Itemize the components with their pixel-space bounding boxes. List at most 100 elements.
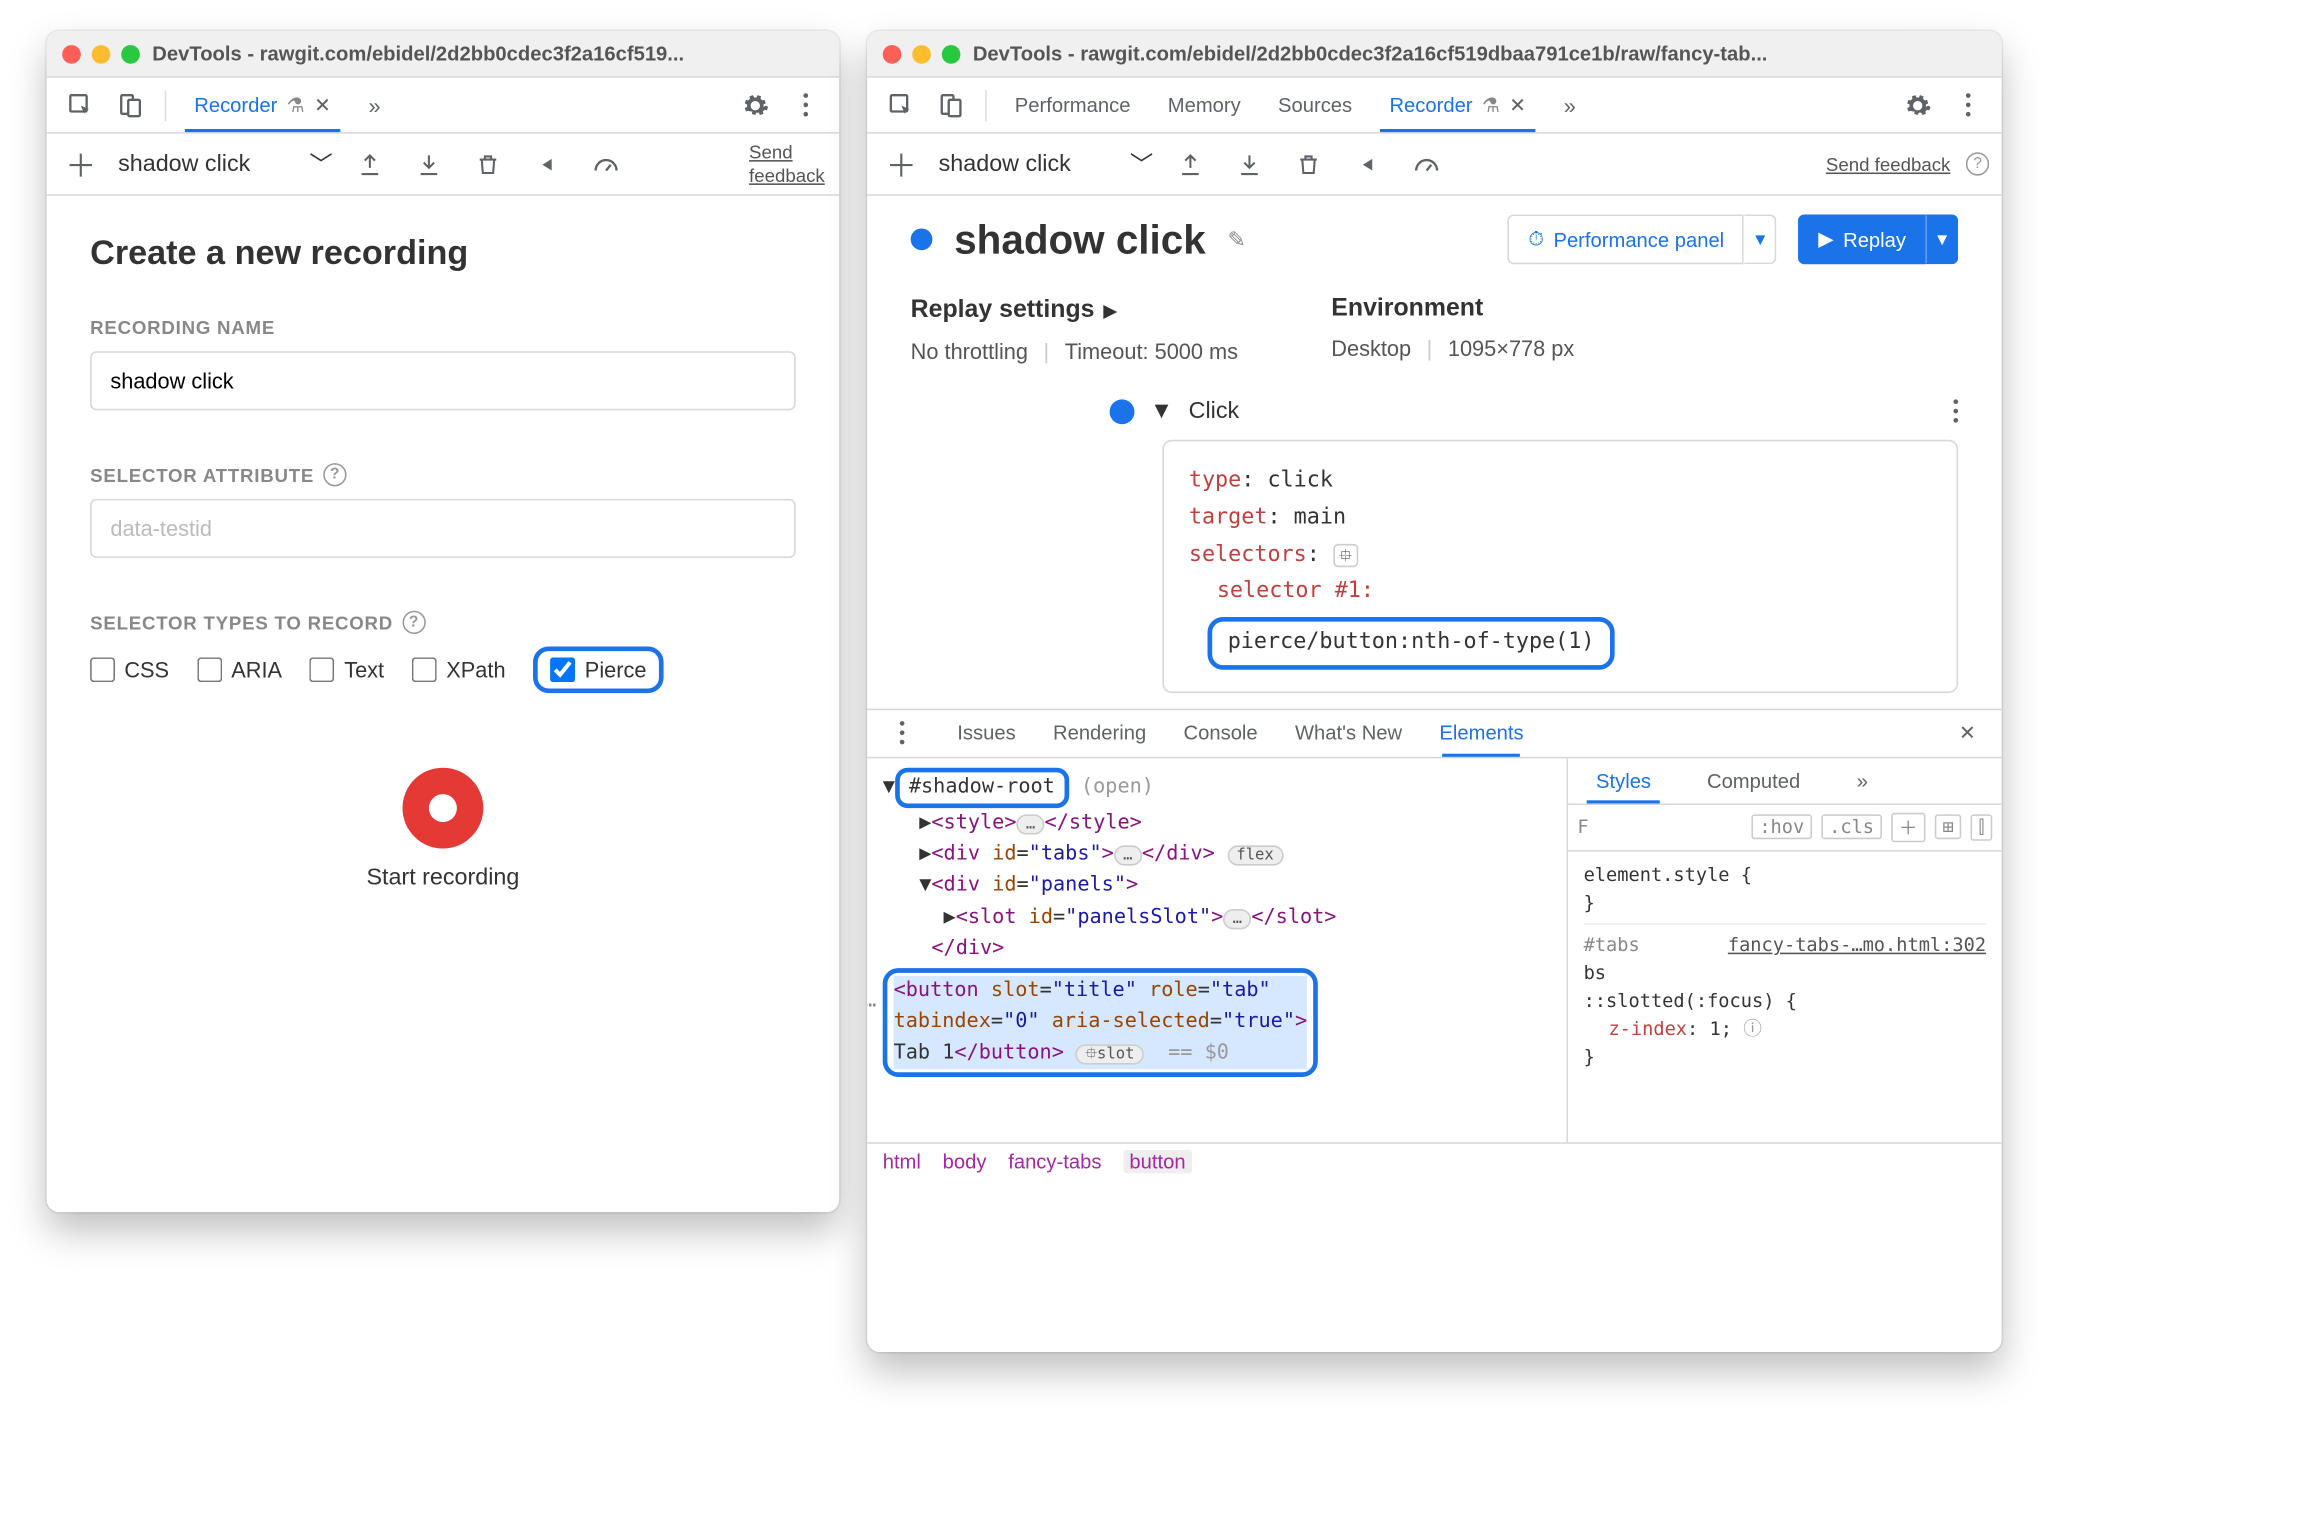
tab-computed[interactable]: Computed <box>1691 758 1815 803</box>
kebab-icon[interactable] <box>1953 399 1958 422</box>
window-titlebar: DevTools - rawgit.com/ebidel/2d2bb0cdec3… <box>47 31 840 78</box>
performance-panel-dropdown[interactable]: ▾ <box>1744 214 1776 264</box>
devtools-tabbar: Recorder ⚗ ✕ » <box>47 78 840 134</box>
inspect-selector-icon[interactable]: ⯐ <box>1333 543 1358 566</box>
step-header[interactable]: ▼ Click <box>911 398 1958 424</box>
window-titlebar: DevTools - rawgit.com/ebidel/2d2bb0cdec3… <box>867 31 2001 78</box>
export-icon[interactable] <box>1169 142 1213 186</box>
flask-icon: ⚗ <box>287 92 305 117</box>
cls-toggle[interactable]: .cls <box>1821 815 1881 840</box>
device-icon[interactable] <box>109 83 153 127</box>
chevron-right-icon: ▸ <box>1104 295 1116 326</box>
env-size: 1095×778 px <box>1448 336 1574 361</box>
tab-sources[interactable]: Sources <box>1262 78 1367 132</box>
layout-icon[interactable]: ⫿ <box>1971 814 1993 840</box>
inspect-icon[interactable] <box>880 83 924 127</box>
help-icon[interactable]: ? <box>323 463 346 486</box>
checkbox-aria[interactable]: ARIA <box>197 657 282 682</box>
hov-toggle[interactable]: :hov <box>1752 815 1812 840</box>
start-recording-label: Start recording <box>366 864 519 890</box>
speed-icon[interactable] <box>1405 142 1449 186</box>
add-recording-icon[interactable]: ＋ <box>59 142 103 186</box>
tab-recorder[interactable]: Recorder ⚗ ✕ <box>179 78 347 132</box>
tab-issues[interactable]: Issues <box>954 710 1019 757</box>
more-tabs-icon[interactable]: » <box>1841 759 1885 803</box>
more-tabs-icon[interactable]: » <box>1548 83 1592 127</box>
checkbox-css[interactable]: CSS <box>90 657 169 682</box>
delete-icon[interactable] <box>466 142 510 186</box>
step-over-icon[interactable] <box>525 142 569 186</box>
recorder-toolbar: ＋ shadow click ﹀ Send feedback <box>47 134 840 196</box>
send-feedback-link[interactable]: Send feedback <box>749 142 827 187</box>
more-tabs-icon[interactable]: » <box>353 83 397 127</box>
flex-editor-icon[interactable]: ⊞ <box>1935 815 1962 840</box>
send-feedback-link[interactable]: Send feedback <box>1826 153 1950 175</box>
recording-header: shadow click ✎ ⏱Performance panel ▾ ▶Rep… <box>867 196 2001 283</box>
selector-types-row: CSS ARIA Text XPath Pierce <box>90 646 796 693</box>
crumb-fancy-tabs[interactable]: fancy-tabs <box>1008 1150 1101 1173</box>
tab-recorder[interactable]: Recorder⚗✕ <box>1374 78 1542 132</box>
dom-breadcrumbs[interactable]: html body fancy-tabs button <box>867 1144 2001 1180</box>
styles-pane: Styles Computed » F :hov .cls ＋ ⊞ ⫿ elem… <box>1566 758 2001 1142</box>
play-icon: ▶ <box>1818 227 1834 252</box>
help-icon[interactable]: ? <box>402 611 425 634</box>
tab-elements[interactable]: Elements <box>1436 710 1526 757</box>
recording-name-input[interactable] <box>90 351 796 410</box>
recording-status-dot <box>911 228 933 250</box>
import-icon[interactable] <box>407 142 451 186</box>
export-icon[interactable] <box>348 142 392 186</box>
selector-types-label: SELECTOR TYPES TO RECORD? <box>90 611 796 634</box>
filter-input[interactable]: F <box>1577 817 1742 839</box>
gear-icon[interactable] <box>1896 83 1940 127</box>
delete-icon[interactable] <box>1287 142 1331 186</box>
env-device: Desktop <box>1331 336 1411 361</box>
checkbox-xpath[interactable]: XPath <box>412 657 505 682</box>
tab-performance[interactable]: Performance <box>999 78 1146 132</box>
gear-icon[interactable] <box>734 83 778 127</box>
performance-panel-button[interactable]: ⏱Performance panel <box>1508 214 1744 264</box>
tab-console[interactable]: Console <box>1180 710 1260 757</box>
window-title: DevTools - rawgit.com/ebidel/2d2bb0cdec3… <box>973 42 1986 65</box>
close-icon[interactable]: ✕ <box>314 92 331 117</box>
tab-styles[interactable]: Styles <box>1580 758 1666 803</box>
selector-attribute-input[interactable] <box>90 499 796 558</box>
close-icon[interactable]: ✕ <box>1509 92 1526 117</box>
device-icon[interactable] <box>929 83 973 127</box>
inspect-icon[interactable] <box>59 83 103 127</box>
chevron-down-icon: ﹀ <box>309 148 332 181</box>
replay-button[interactable]: ▶Replay <box>1798 214 1926 264</box>
kebab-icon[interactable] <box>1946 83 1990 127</box>
devtools-tabbar: Performance Memory Sources Recorder⚗✕ » <box>867 78 2001 134</box>
dom-tree[interactable]: ▼#shadow-root (open) ▶<style>…</style> ▶… <box>867 758 1566 1142</box>
crumb-body[interactable]: body <box>943 1150 987 1173</box>
close-icon[interactable]: ✕ <box>1946 712 1990 756</box>
recording-select[interactable]: shadow click ﹀ <box>118 148 333 181</box>
kebab-icon[interactable] <box>783 83 827 127</box>
tab-memory[interactable]: Memory <box>1152 78 1256 132</box>
recording-name-label: RECORDING NAME <box>90 317 796 339</box>
checkbox-pierce[interactable]: Pierce <box>551 657 647 682</box>
crumb-button[interactable]: button <box>1123 1150 1192 1173</box>
add-recording-icon[interactable]: ＋ <box>880 142 924 186</box>
import-icon[interactable] <box>1228 142 1272 186</box>
step-over-icon[interactable] <box>1346 142 1390 186</box>
tab-rendering[interactable]: Rendering <box>1050 710 1149 757</box>
replay-dropdown[interactable]: ▾ <box>1926 214 1958 264</box>
crumb-html[interactable]: html <box>883 1150 921 1173</box>
chevron-down-icon: ﹀ <box>1130 148 1153 181</box>
traffic-lights <box>62 44 140 63</box>
selected-dom-node[interactable]: <button slot="title" role="tab" <box>894 976 1308 1007</box>
edit-icon[interactable]: ✎ <box>1227 226 1245 252</box>
help-icon[interactable]: ? <box>1966 152 1989 175</box>
tab-whats-new[interactable]: What's New <box>1292 710 1405 757</box>
recording-select[interactable]: shadow click ﹀ <box>939 148 1154 181</box>
add-rule-icon[interactable]: ＋ <box>1891 813 1925 843</box>
recorder-toolbar: ＋ shadow click ﹀ Send feedback ? <box>867 134 2001 196</box>
checkbox-text[interactable]: Text <box>310 657 384 682</box>
kebab-icon[interactable] <box>880 712 924 756</box>
speed-icon[interactable] <box>584 142 628 186</box>
start-recording-button[interactable] <box>403 768 484 849</box>
replay-settings-toggle[interactable]: Replay settings▸ <box>911 295 1238 326</box>
source-link[interactable]: fancy-tabs-…mo.html:302 <box>1728 931 1986 959</box>
recording-title: shadow click <box>954 215 1206 263</box>
